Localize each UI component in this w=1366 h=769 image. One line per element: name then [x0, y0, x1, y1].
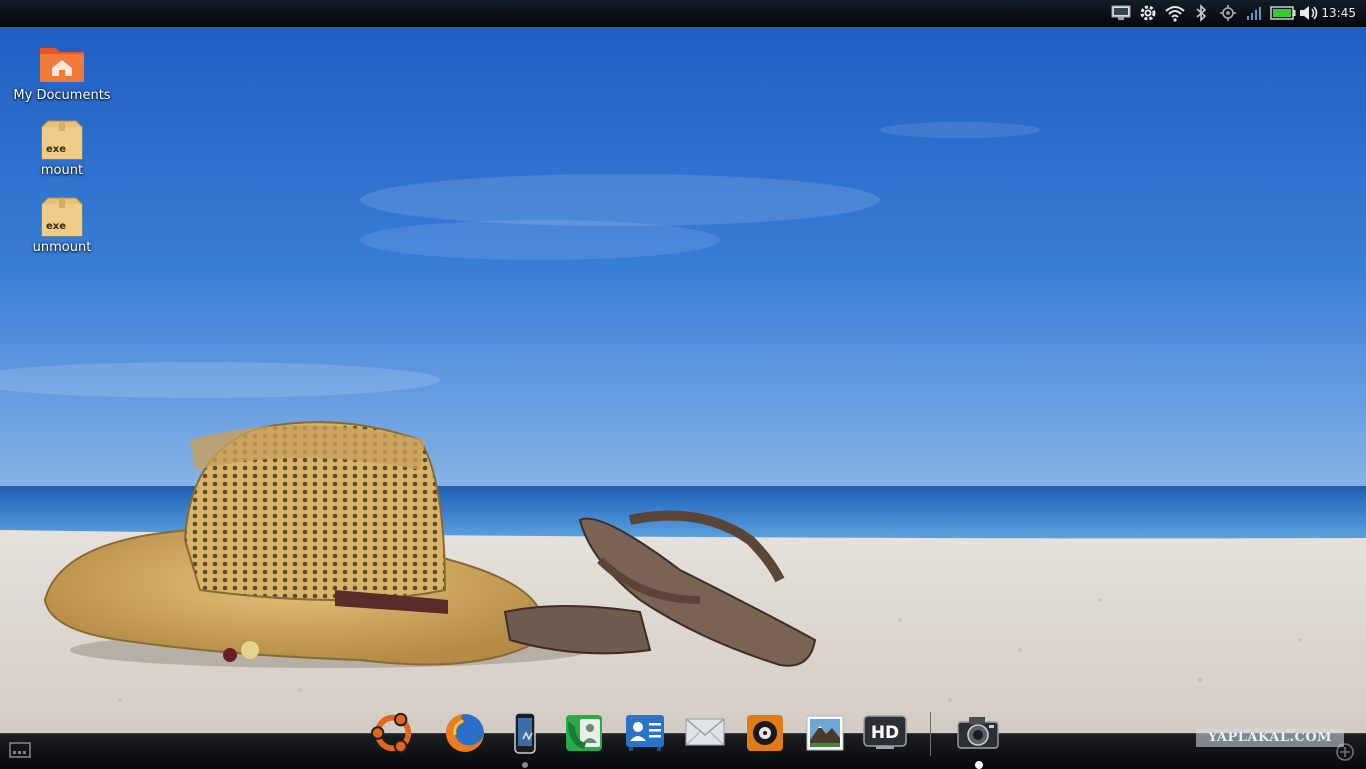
show-desktop-icon[interactable] [8, 741, 32, 765]
mail-icon[interactable] [682, 710, 728, 756]
home-folder-icon [40, 48, 84, 82]
signal-icon[interactable] [1244, 0, 1264, 26]
gear-icon[interactable] [1137, 0, 1159, 26]
wifi-icon[interactable] [1163, 0, 1187, 26]
desktop-icon-my-documents[interactable]: My Documents [7, 42, 117, 103]
clock[interactable]: 13:45 [1321, 0, 1356, 26]
desktop-icon-label: mount [40, 163, 84, 178]
exe-badge: exe [46, 221, 66, 232]
monitor-icon[interactable] [1110, 0, 1132, 26]
desktop-icon-mount[interactable]: exe mount [7, 119, 117, 178]
desktop-wallpaper [0, 0, 1366, 768]
dialer-icon[interactable] [561, 710, 607, 756]
desktop-icon-unmount[interactable]: exe unmount [7, 196, 117, 255]
exe-package-icon: exe [41, 120, 83, 160]
phone-icon[interactable] [502, 710, 548, 756]
running-indicator [522, 762, 528, 768]
firefox-icon[interactable] [442, 710, 488, 756]
media-player-icon[interactable] [742, 710, 788, 756]
gallery-icon[interactable] [802, 710, 848, 756]
watermark: YAPLAKAL.COM [1196, 729, 1344, 747]
top-status-bar: 13:45 [0, 0, 1366, 27]
hd-label: HD [871, 723, 899, 743]
hd-video-icon[interactable]: HD [862, 710, 908, 756]
desktop-icon-label: unmount [32, 240, 92, 255]
desktop-icon-label: My Documents [13, 88, 111, 103]
battery-icon[interactable] [1269, 0, 1297, 26]
exe-package-icon: exe [41, 197, 83, 237]
camera-icon[interactable] [955, 710, 1001, 756]
dock-separator [930, 712, 931, 756]
gps-icon[interactable] [1217, 0, 1239, 26]
bluetooth-icon[interactable] [1192, 0, 1210, 26]
contacts-icon[interactable] [622, 710, 668, 756]
ubuntu-icon[interactable] [370, 710, 416, 756]
volume-icon[interactable] [1297, 0, 1321, 26]
exe-badge: exe [46, 144, 66, 155]
